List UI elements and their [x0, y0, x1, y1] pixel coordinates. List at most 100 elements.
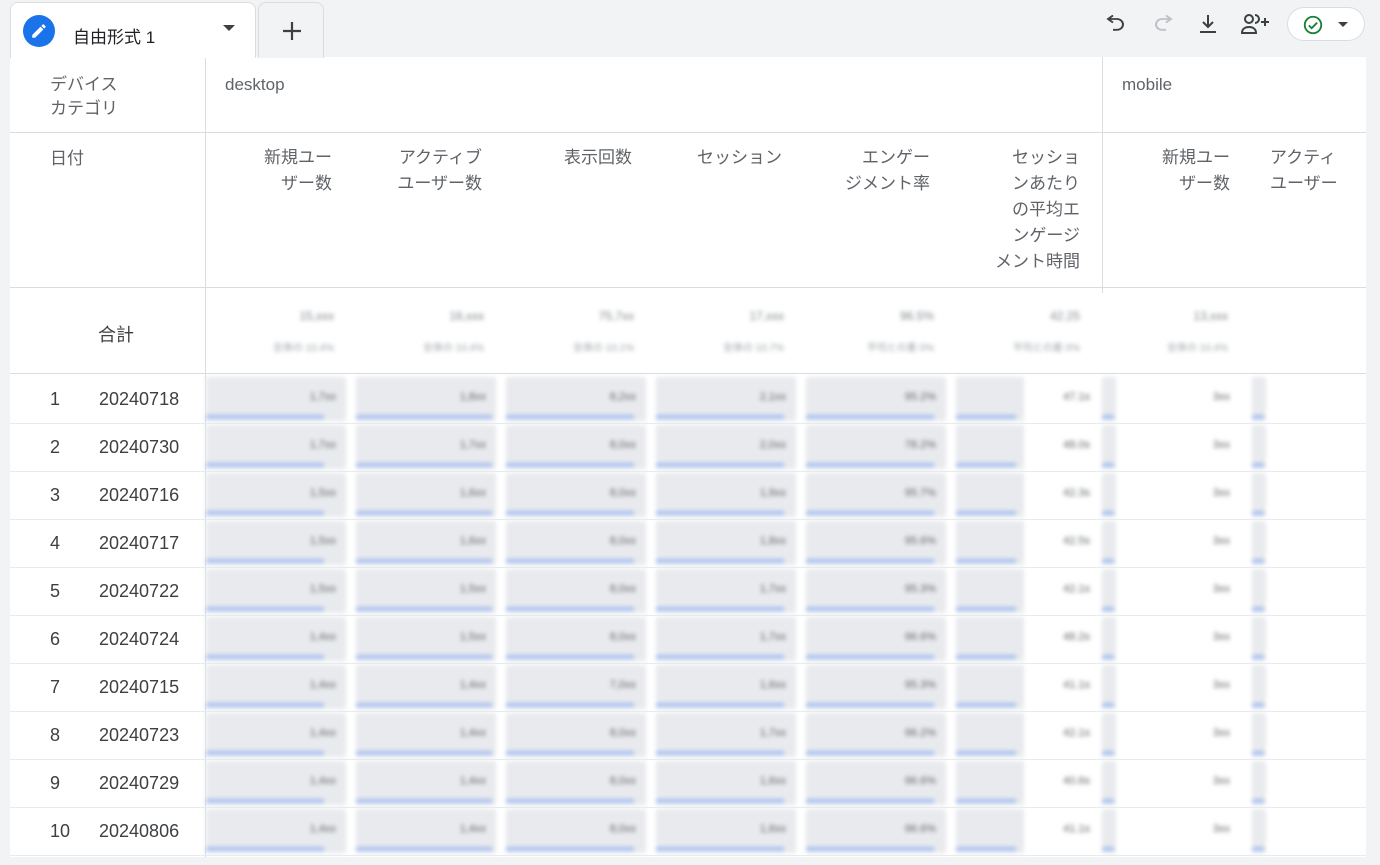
row-date[interactable]: 20240716	[99, 485, 179, 506]
table-row[interactable]: 5 20240722 1,5xx 1,5xx 8,0xx 1,7xx 95.3% 42.1s 3…	[10, 567, 1366, 616]
metric-value: 8,0xx	[609, 775, 636, 787]
metric-value: 42.1s	[1063, 727, 1090, 739]
metric-value: 42.3s	[1063, 487, 1090, 499]
metric-bar	[1102, 655, 1114, 659]
row-date[interactable]: 20240722	[99, 581, 179, 602]
metric-bar	[656, 847, 784, 851]
row-date[interactable]: 20240724	[99, 629, 179, 650]
total-value: 75,7xx	[598, 309, 634, 323]
metric-value: 1,5xx	[309, 583, 336, 595]
metric-bar	[356, 847, 492, 851]
total-sub: 平均との差 0%	[866, 343, 934, 354]
row-date[interactable]: 20240715	[99, 677, 179, 698]
table-row[interactable]: 6 20240724 1,4xx 1,5xx 8,0xx 1,7xx 96.6% 48.2s 3…	[10, 615, 1366, 664]
metric-bar	[656, 415, 784, 419]
table-row[interactable]: 3 20240716 1,5xx 1,6xx 8,0xx 1,9xx 95.7% 42.3s 3…	[10, 471, 1366, 520]
table-row[interactable]: 4 20240717 1,5xx 1,6xx 8,0xx 1,8xx 95.6% 42.5s 3…	[10, 519, 1366, 568]
metric-value: 1,4xx	[459, 775, 486, 787]
total-sub: 全体の 10.4%	[422, 343, 484, 354]
table-row[interactable]: 7 20240715 1,4xx 1,4xx 7,0xx 1,6xx 95.3% 41.1s 3…	[10, 663, 1366, 712]
redo-button[interactable]	[1149, 10, 1177, 38]
table-row[interactable]: 2 20240730 1,7xx 1,7xx 8,0xx 2,0xx 78.2% 48.0s 3…	[10, 423, 1366, 472]
metric-value: 1,7xx	[759, 631, 786, 643]
metric-bar	[1252, 415, 1264, 419]
metric-bar	[656, 463, 784, 467]
total-sub: 全体の 10.4%	[272, 343, 334, 354]
metric-value: 8,0xx	[609, 631, 636, 643]
metric-bar	[656, 607, 784, 611]
metric-mobile-active-users[interactable]: アクティ ユーザー	[1270, 145, 1366, 197]
metric-bar	[1102, 559, 1114, 563]
metric-value: 96.6%	[904, 823, 936, 835]
share-button[interactable]	[1238, 10, 1269, 38]
metric-bar	[1102, 415, 1114, 419]
metric-value: 1,6xx	[759, 679, 786, 691]
total-value: 42.25	[1049, 309, 1080, 323]
metric-value: 95.3%	[904, 679, 936, 691]
table-row[interactable]: 9 20240729 1,4xx 1,4xx 8,0xx 1,6xx 96.6% 40.6s 3…	[10, 759, 1366, 808]
metric-sessions[interactable]: セッション	[670, 145, 782, 171]
metric-new-users[interactable]: 新規ユー ザー数	[238, 145, 332, 197]
metric-value: 1,4xx	[309, 631, 336, 643]
tab-free-form-1[interactable]: 自由形式 1	[10, 2, 256, 58]
table-row[interactable]: 10 20240806 1,4xx 1,4xx 8,0xx 1,6xx 96.6% 41.1s…	[10, 807, 1366, 856]
chevron-down-icon	[1338, 22, 1348, 27]
undo-button[interactable]	[1102, 10, 1130, 38]
row-date[interactable]: 20240730	[99, 437, 179, 458]
metric-bar	[1102, 463, 1114, 467]
metric-bar	[656, 703, 784, 707]
total-label: 合計	[98, 325, 134, 345]
total-sub: 全体の 10.1%	[572, 343, 634, 354]
metric-engagement-rate[interactable]: エンゲー ジメント率	[830, 145, 930, 197]
metric-bar	[506, 799, 634, 803]
metric-cell	[1102, 665, 1116, 709]
row-index: 10	[50, 821, 71, 841]
metric-value: 1,6xx	[759, 823, 786, 835]
device-group-desktop[interactable]: desktop	[225, 73, 285, 97]
row-date[interactable]: 20240729	[99, 773, 179, 794]
table-row[interactable]: 1 20240718 1,7xx 1,8xx 8,2xx 2,1xx 95.2% 47.1s 3…	[10, 375, 1366, 424]
row-date[interactable]: 20240806	[99, 821, 179, 842]
redo-icon	[1155, 14, 1173, 31]
metric-value: 1,5xx	[309, 535, 336, 547]
metric-value: 42.1s	[1063, 583, 1090, 595]
metric-cell	[1252, 761, 1266, 805]
metric-value: 3xx	[1212, 583, 1230, 595]
metric-bar	[1252, 559, 1264, 563]
metric-bar	[1102, 703, 1114, 707]
metric-mobile-new-users[interactable]: 新規ユー ザー数	[1136, 145, 1230, 197]
tab-menu-chevron-icon[interactable]	[223, 25, 235, 31]
table-row[interactable]: 8 20240723 1,4xx 1,4xx 8,0xx 1,7xx 96.2% 42.1s 3…	[10, 711, 1366, 760]
metric-bar	[356, 655, 492, 659]
metric-value: 1,4xx	[309, 823, 336, 835]
metric-value: 96.6%	[904, 775, 936, 787]
metric-cell	[1102, 569, 1116, 613]
metric-value: 1,4xx	[309, 727, 336, 739]
metric-bar	[1252, 607, 1264, 611]
metric-value: 95.2%	[904, 391, 936, 403]
pencil-icon[interactable]	[23, 15, 55, 47]
row-date[interactable]: 20240718	[99, 389, 179, 410]
metric-bar	[1102, 799, 1114, 803]
metric-value: 95.3%	[904, 583, 936, 595]
metric-views[interactable]: 表示回数	[540, 145, 632, 171]
add-tab-button[interactable]	[258, 2, 324, 58]
metric-value: 1,4xx	[459, 823, 486, 835]
row-date[interactable]: 20240717	[99, 533, 179, 554]
row-date[interactable]: 20240723	[99, 725, 179, 746]
metric-value: 2,1xx	[759, 391, 786, 403]
device-group-mobile[interactable]: mobile	[1122, 73, 1172, 97]
share-user-icon	[1240, 14, 1269, 34]
metric-bar	[956, 703, 1016, 707]
download-button[interactable]	[1194, 10, 1222, 38]
dimension-header[interactable]: デバイス カテゴリ	[50, 73, 118, 121]
metric-bar	[506, 607, 634, 611]
row-dimension-header[interactable]: 日付	[50, 147, 84, 171]
save-status-chip[interactable]	[1287, 7, 1365, 41]
metric-value: 1,6xx	[759, 775, 786, 787]
metric-active-users[interactable]: アクティブ ユーザー数	[376, 145, 482, 197]
metric-value: 3xx	[1212, 535, 1230, 547]
metric-bar	[1102, 511, 1114, 515]
metric-cell	[1252, 425, 1266, 469]
metric-avg-engagement-time[interactable]: セッショ ンあたり の平均エ ンゲージ メント時間	[970, 145, 1080, 275]
